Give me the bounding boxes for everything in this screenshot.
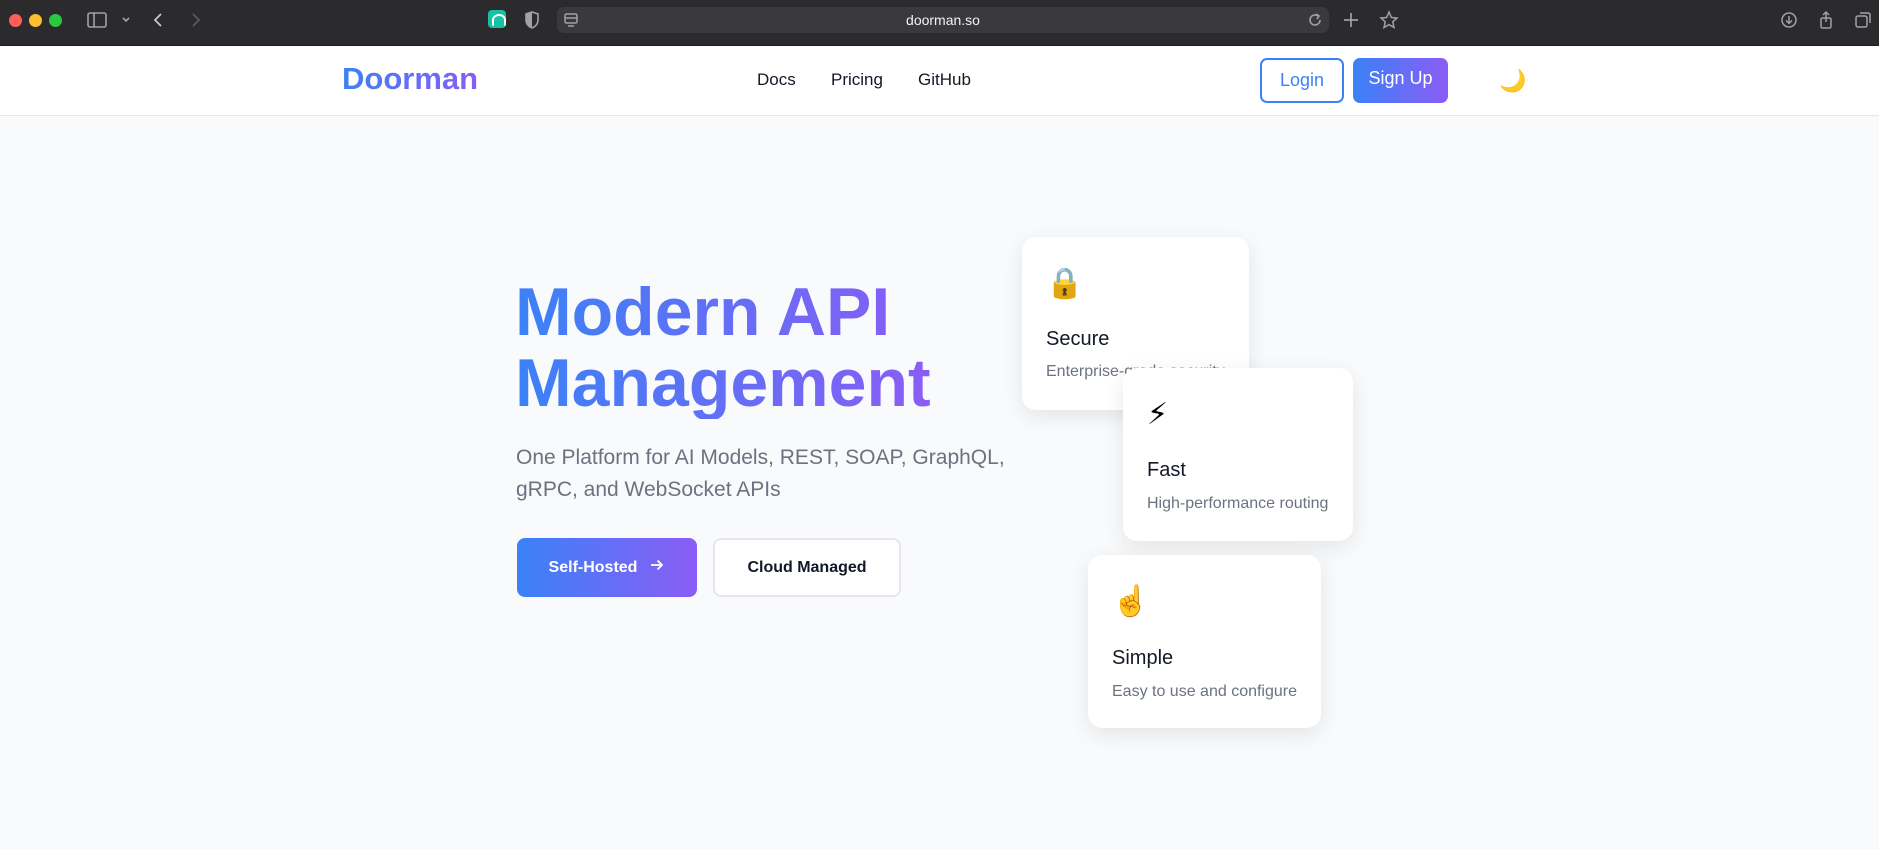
share-icon[interactable] bbox=[1818, 9, 1834, 31]
sidebar-icon[interactable] bbox=[87, 9, 107, 31]
moon-icon[interactable]: 🌙 bbox=[1499, 68, 1526, 94]
self-hosted-label: Self-Hosted bbox=[548, 558, 638, 576]
lightning-icon: ⚡ bbox=[1147, 398, 1169, 431]
hero-title: Modern API Management bbox=[515, 277, 931, 419]
shield-icon[interactable] bbox=[524, 9, 540, 31]
login-button[interactable]: Login bbox=[1260, 58, 1344, 103]
address-bar[interactable]: doorman.so bbox=[557, 7, 1329, 33]
chevron-down-icon[interactable] bbox=[120, 9, 132, 31]
lock-icon: 🔒 bbox=[1046, 267, 1084, 300]
browser-toolbar: doorman.so bbox=[0, 0, 1879, 46]
forward-icon bbox=[188, 9, 202, 31]
extension-icon[interactable] bbox=[488, 10, 506, 28]
feature-title: Secure bbox=[1046, 328, 1110, 350]
minimize-window-button[interactable] bbox=[29, 14, 42, 27]
signup-button[interactable]: Sign Up bbox=[1353, 58, 1448, 103]
download-icon[interactable] bbox=[1780, 9, 1798, 31]
tabs-overview-icon[interactable] bbox=[1854, 9, 1872, 31]
hero-title-line-1: Modern API bbox=[515, 274, 891, 350]
feature-card-simple: ☝️ Simple Easy to use and configure bbox=[1088, 555, 1321, 728]
feature-title: Fast bbox=[1147, 459, 1186, 481]
zoom-window-button[interactable] bbox=[49, 14, 62, 27]
reload-icon[interactable] bbox=[1307, 9, 1323, 31]
close-window-button[interactable] bbox=[9, 14, 22, 27]
feature-description: High-performance routing bbox=[1147, 495, 1329, 512]
feature-description: Easy to use and configure bbox=[1112, 683, 1298, 700]
feature-title: Simple bbox=[1112, 647, 1174, 669]
feature-card-fast: ⚡ Fast High-performance routing bbox=[1123, 368, 1353, 541]
pointing-finger-icon: ☝️ bbox=[1112, 585, 1150, 618]
arrow-right-icon bbox=[649, 558, 665, 577]
url-text: doorman.so bbox=[906, 12, 980, 28]
brand-logo[interactable]: Doorman bbox=[342, 61, 478, 97]
hero-subtitle: One Platform for AI Models, REST, SOAP, … bbox=[516, 446, 1005, 501]
nav-link-github[interactable]: GitHub bbox=[918, 70, 971, 90]
back-icon[interactable] bbox=[152, 9, 166, 31]
bookmark-star-icon[interactable] bbox=[1379, 9, 1399, 31]
cloud-managed-button[interactable]: Cloud Managed bbox=[713, 538, 901, 597]
nav-link-pricing[interactable]: Pricing bbox=[831, 70, 883, 90]
new-tab-icon[interactable] bbox=[1342, 9, 1360, 31]
nav-link-docs[interactable]: Docs bbox=[757, 70, 796, 90]
site-navbar: Doorman Docs Pricing GitHub Login Sign U… bbox=[0, 46, 1879, 116]
hero-title-line-2: Management bbox=[515, 345, 931, 421]
self-hosted-button[interactable]: Self-Hosted bbox=[517, 538, 697, 597]
